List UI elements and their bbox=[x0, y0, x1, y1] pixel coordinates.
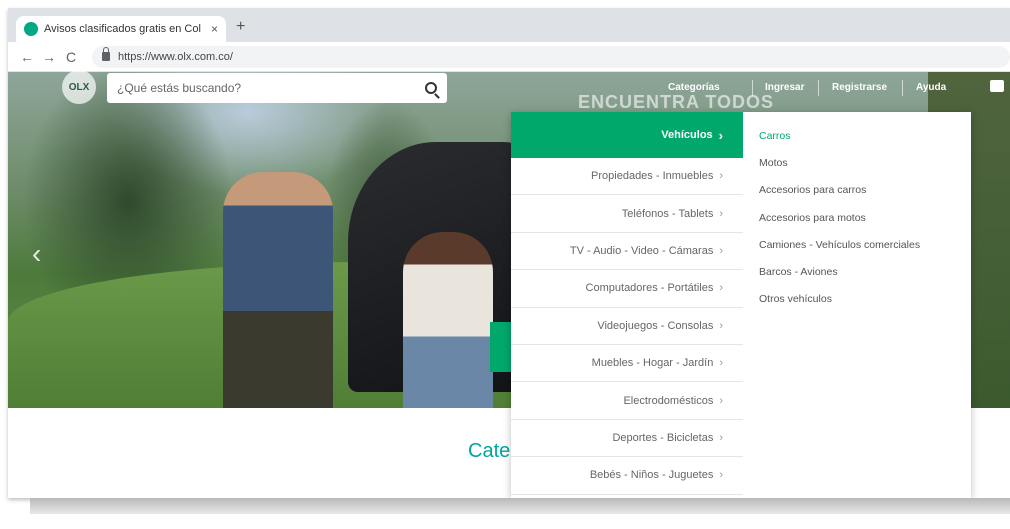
address-bar[interactable]: https://www.olx.com.co/ bbox=[92, 45, 1010, 68]
category-label: Propiedades - Inmuebles bbox=[591, 170, 714, 183]
chevron-right-icon: › bbox=[719, 469, 723, 482]
chevron-right-icon: › bbox=[719, 394, 723, 407]
new-tab-button[interactable]: + bbox=[236, 18, 245, 36]
back-arrow-icon[interactable]: ← bbox=[16, 49, 38, 65]
olx-logo[interactable]: OLX bbox=[62, 70, 96, 104]
category-label: Vehículos bbox=[661, 129, 713, 141]
chevron-right-icon: › bbox=[719, 244, 723, 257]
browser-tab[interactable]: Avisos clasificados gratis en Col × bbox=[16, 16, 226, 42]
nav-registrarse[interactable]: Registrarse bbox=[832, 82, 887, 93]
tab-close-icon[interactable]: × bbox=[211, 22, 218, 36]
category-item[interactable]: Muebles - Hogar - Jardín › bbox=[511, 345, 743, 383]
category-item[interactable]: Deportes - Bicicletas › bbox=[511, 420, 743, 458]
url-text: https://www.olx.com.co/ bbox=[118, 50, 233, 63]
subcategory-link[interactable]: Motos bbox=[759, 149, 971, 176]
category-item[interactable]: TV - Audio - Video - Cámaras › bbox=[511, 233, 743, 271]
olx-favicon-icon bbox=[24, 22, 38, 36]
nav-divider bbox=[818, 80, 819, 96]
chevron-right-icon: › bbox=[719, 431, 723, 444]
category-label: Bebés - Niños - Juguetes bbox=[589, 469, 714, 482]
window-bottom-shadow bbox=[30, 498, 1010, 514]
category-label: Teléfonos - Tablets bbox=[621, 207, 714, 220]
search-input[interactable]: ¿Qué estás buscando? bbox=[117, 81, 425, 95]
category-item[interactable]: Propiedades - Inmuebles › bbox=[511, 158, 743, 196]
lock-icon bbox=[102, 47, 110, 61]
search-icon[interactable] bbox=[425, 82, 437, 94]
categories-heading: Cate bbox=[468, 440, 511, 462]
category-item[interactable]: Electrodomésticos › bbox=[511, 382, 743, 420]
category-label: Videojuegos - Consolas bbox=[597, 319, 714, 332]
nav-divider bbox=[902, 80, 903, 96]
category-item[interactable]: Videojuegos - Consolas › bbox=[511, 308, 743, 345]
subcategory-list: Carros Motos Accesorios para carros Accesor… bbox=[759, 122, 971, 313]
carousel-prev-icon[interactable]: ‹ bbox=[32, 238, 41, 270]
hero-woman bbox=[403, 232, 493, 408]
browser-toolbar: ← → C https://www.olx.com.co/ bbox=[8, 42, 1010, 72]
chevron-right-icon: › bbox=[719, 207, 723, 220]
chevron-right-icon: › bbox=[719, 282, 723, 295]
categories-dropdown: Vehículos › Propiedades - Inmuebles › Teléfo… bbox=[511, 112, 971, 498]
subcategory-link[interactable]: Accesorios para carros bbox=[759, 177, 971, 204]
hero-man bbox=[223, 172, 333, 408]
category-item[interactable]: Bebés - Niños - Juguetes › bbox=[511, 457, 743, 495]
category-label: TV - Audio - Video - Cámaras bbox=[569, 244, 714, 257]
category-item[interactable]: Teléfonos - Tablets › bbox=[511, 195, 743, 233]
subcategory-link[interactable]: Accesorios para motos bbox=[759, 204, 971, 231]
chevron-right-icon: › bbox=[719, 357, 723, 370]
tab-strip: Avisos clasificados gratis en Col × + bbox=[8, 8, 1010, 42]
chevron-right-icon: › bbox=[719, 319, 723, 332]
reload-icon[interactable]: C bbox=[60, 49, 82, 65]
category-list: Vehículos › Propiedades - Inmuebles › Teléfo… bbox=[511, 112, 743, 495]
search-bar[interactable]: ¿Qué estás buscando? bbox=[107, 73, 447, 103]
chat-icon[interactable] bbox=[990, 80, 1004, 92]
nav-ayuda[interactable]: Ayuda bbox=[916, 82, 946, 93]
category-label: Electrodomésticos bbox=[623, 394, 714, 407]
category-label: Computadores - Portátiles bbox=[585, 282, 714, 295]
hero-headline: ENCUENTRA TODOS bbox=[578, 92, 775, 112]
chevron-right-icon: › bbox=[718, 127, 723, 143]
forward-arrow-icon[interactable]: → bbox=[38, 49, 60, 65]
tab-title: Avisos clasificados gratis en Col bbox=[44, 23, 201, 35]
subcategory-link[interactable]: Otros vehículos bbox=[759, 286, 971, 313]
chevron-right-icon: › bbox=[719, 170, 723, 183]
category-label: Muebles - Hogar - Jardín bbox=[591, 357, 714, 370]
subcategory-link[interactable]: Camiones - Vehículos comerciales bbox=[759, 231, 971, 258]
subcategory-link[interactable]: Carros bbox=[759, 122, 971, 149]
subcategory-link[interactable]: Barcos - Aviones bbox=[759, 258, 971, 285]
category-item[interactable]: Computadores - Portátiles › bbox=[511, 270, 743, 308]
category-item[interactable]: Vehículos › bbox=[511, 112, 743, 158]
category-label: Deportes - Bicicletas bbox=[612, 431, 714, 444]
